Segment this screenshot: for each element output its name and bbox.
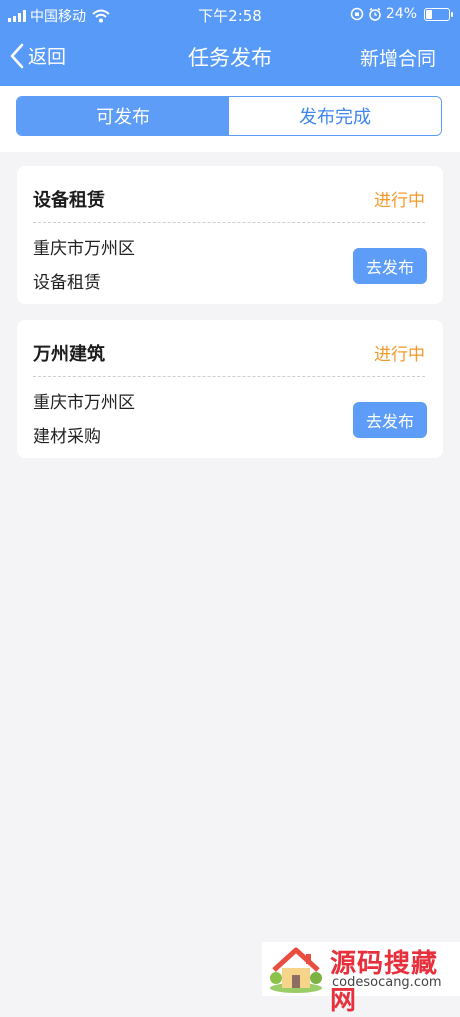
card-location: 重庆市万州区 <box>33 393 135 413</box>
header-bar: 中国移动 下午2:58 24% 返回 任务发布 新增合同 <box>0 0 460 86</box>
divider <box>33 222 425 223</box>
battery-icon <box>424 7 453 21</box>
nav-bar: 返回 任务发布 新增合同 <box>0 30 460 86</box>
card-title: 万州建筑 <box>33 344 105 365</box>
card-category: 设备租赁 <box>33 273 101 293</box>
tab-bar-container: 可发布 发布完成 <box>0 86 460 152</box>
alarm-icon <box>369 7 381 21</box>
segmented-tabs: 可发布 发布完成 <box>16 96 442 136</box>
chevron-left-icon <box>10 43 24 68</box>
task-card[interactable]: 设备租赁 进行中 重庆市万州区 设备租赁 去发布 <box>17 166 443 304</box>
publish-button[interactable]: 去发布 <box>353 248 427 284</box>
add-contract-button[interactable]: 新增合同 <box>360 44 436 71</box>
status-badge: 进行中 <box>374 191 425 211</box>
card-location: 重庆市万州区 <box>33 239 135 259</box>
card-category: 建材采购 <box>33 427 101 447</box>
status-badge: 进行中 <box>374 345 425 365</box>
battery-percent: 24% <box>385 6 417 22</box>
card-title: 设备租赁 <box>33 190 105 211</box>
status-bar: 中国移动 下午2:58 24% <box>0 0 460 30</box>
watermark-subtitle: codesocang.com <box>332 975 442 990</box>
back-button[interactable]: 返回 <box>10 42 66 69</box>
tab-published[interactable]: 发布完成 <box>229 97 441 135</box>
orientation-lock-icon <box>350 7 364 21</box>
publish-button[interactable]: 去发布 <box>353 402 427 438</box>
task-card[interactable]: 万州建筑 进行中 重庆市万州区 建材采购 去发布 <box>17 320 443 458</box>
tab-publishable[interactable]: 可发布 <box>17 97 229 135</box>
watermark: 源码搜藏网 codesocang.com <box>262 942 460 1016</box>
house-logo-icon <box>270 947 322 993</box>
divider <box>33 376 425 377</box>
back-label: 返回 <box>28 46 67 68</box>
